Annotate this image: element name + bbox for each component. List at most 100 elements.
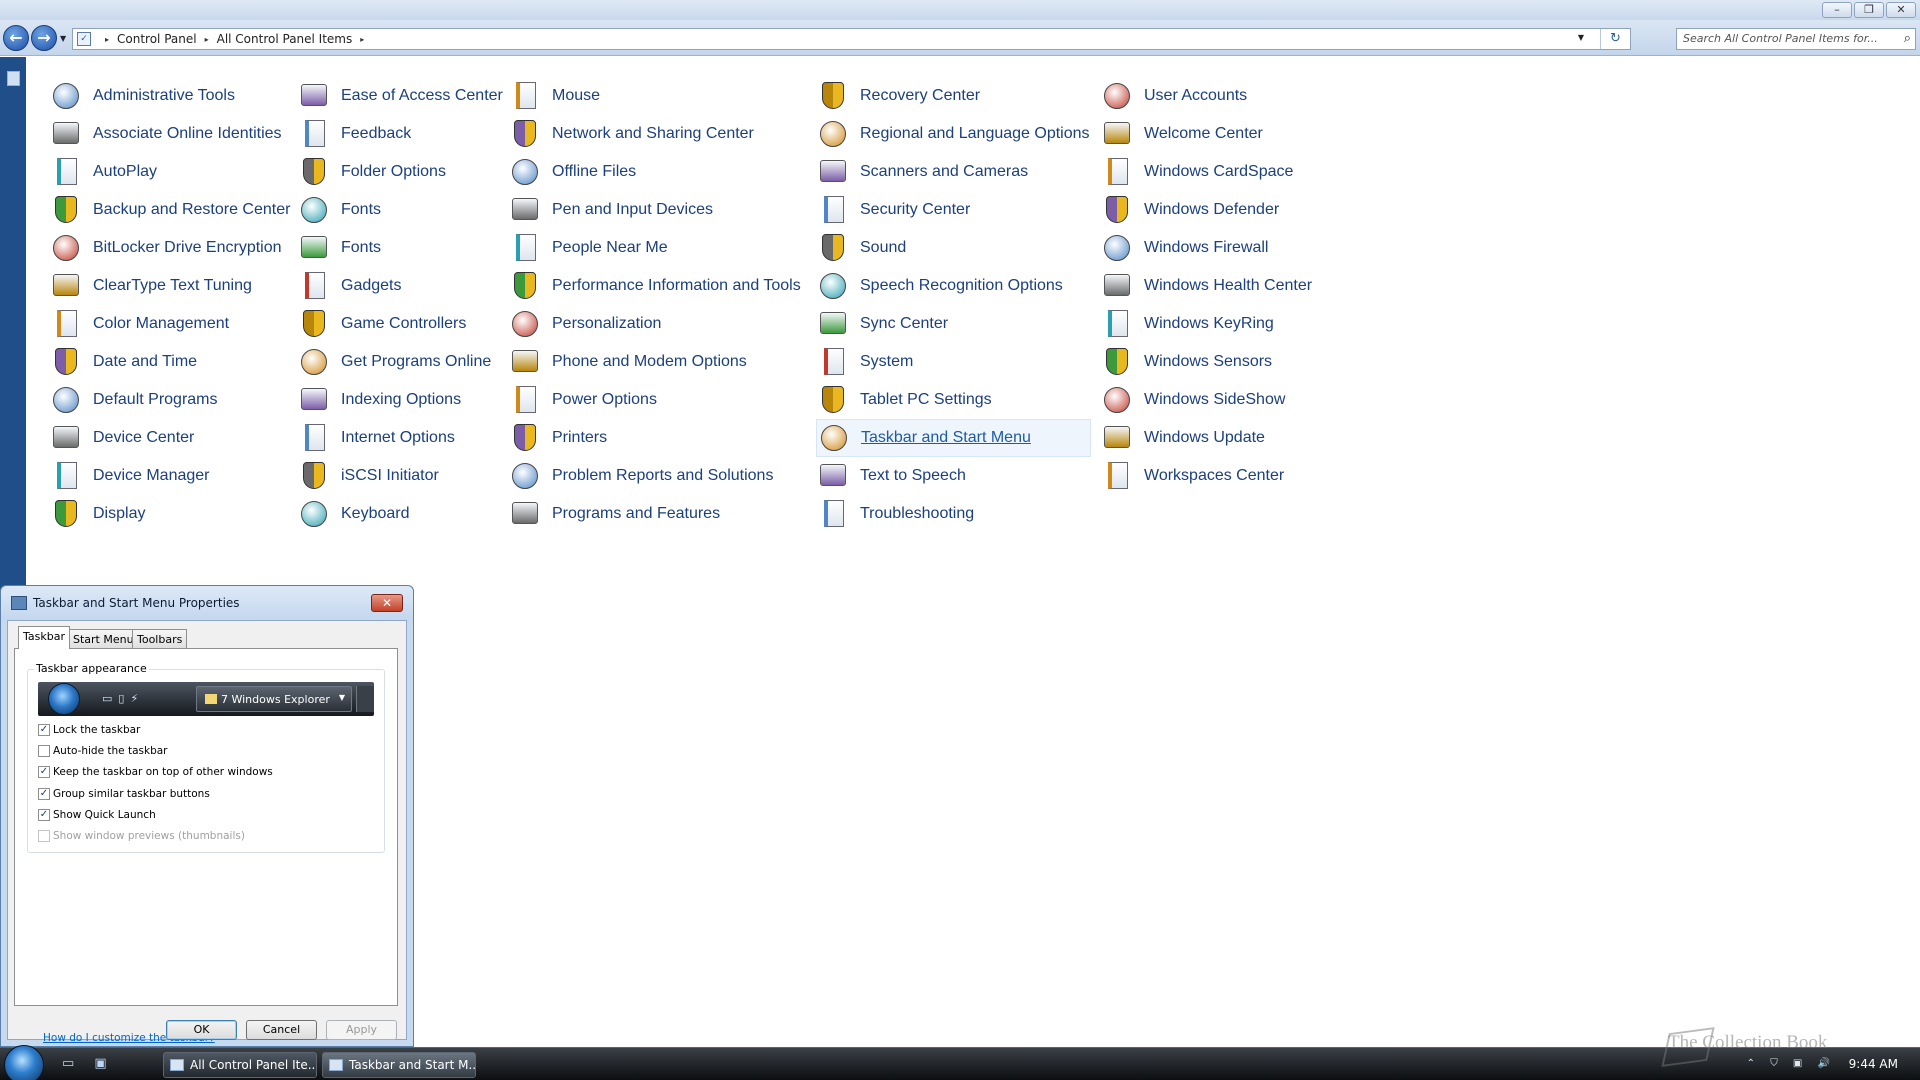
cp-item-label[interactable]: Windows Firewall — [1144, 239, 1268, 257]
checkbox-box[interactable] — [38, 745, 50, 758]
cp-item-label[interactable]: Associate Online Identities — [93, 125, 282, 143]
cp-item-label[interactable]: Get Programs Online — [341, 353, 491, 371]
cp-item-workspaces-center[interactable]: Workspaces Center — [1100, 457, 1340, 495]
cp-item-label[interactable]: Windows CardSpace — [1144, 163, 1293, 181]
cancel-button[interactable]: Cancel — [246, 1020, 317, 1040]
cp-item-label[interactable]: Game Controllers — [341, 315, 466, 333]
cp-item-bitlocker-drive-encryption[interactable]: BitLocker Drive Encryption — [49, 229, 294, 267]
cp-item-label[interactable]: Tablet PC Settings — [860, 391, 992, 409]
cp-item-label[interactable]: Device Center — [93, 429, 194, 447]
cp-item-windows-firewall[interactable]: Windows Firewall — [1100, 229, 1340, 267]
cp-item-text-to-speech[interactable]: Text to Speech — [816, 457, 1091, 495]
ok-button[interactable]: OK — [166, 1020, 237, 1040]
cp-item-label[interactable]: Pen and Input Devices — [552, 201, 713, 219]
cp-item-get-programs-online[interactable]: Get Programs Online — [297, 343, 507, 381]
cp-item-label[interactable]: Text to Speech — [860, 467, 966, 485]
cp-item-people-near-me[interactable]: People Near Me — [508, 229, 813, 267]
forward-button[interactable]: → — [31, 25, 57, 51]
cp-item-label[interactable]: Phone and Modem Options — [552, 353, 747, 371]
cp-item-label[interactable]: Windows Update — [1144, 429, 1265, 447]
cp-item-label[interactable]: Windows KeyRing — [1144, 315, 1274, 333]
cp-item-label[interactable]: Internet Options — [341, 429, 455, 447]
cp-item-label[interactable]: Problem Reports and Solutions — [552, 467, 773, 485]
cp-item-folder-options[interactable]: Folder Options — [297, 153, 507, 191]
cp-item-label[interactable]: Display — [93, 505, 145, 523]
clock[interactable]: 9:44 AM — [1849, 1057, 1898, 1071]
cp-item-fonts[interactable]: Fonts — [297, 229, 507, 267]
cp-item-label[interactable]: Personalization — [552, 315, 661, 333]
start-button[interactable] — [4, 1045, 44, 1080]
address-dropdown-icon[interactable]: ▼ — [1578, 33, 1584, 42]
cp-item-ease-of-access-center[interactable]: Ease of Access Center — [297, 77, 507, 115]
cp-item-indexing-options[interactable]: Indexing Options — [297, 381, 507, 419]
cp-item-label[interactable]: Scanners and Cameras — [860, 163, 1028, 181]
cp-item-label[interactable]: Administrative Tools — [93, 87, 235, 105]
cp-item-label[interactable]: Device Manager — [93, 467, 210, 485]
checkbox-box[interactable]: ✓ — [38, 808, 50, 821]
cp-item-sync-center[interactable]: Sync Center — [816, 305, 1091, 343]
cp-item-label[interactable]: Sync Center — [860, 315, 948, 333]
breadcrumb-control-panel[interactable]: Control Panel — [117, 32, 197, 46]
dialog-close-button[interactable]: ✕ — [371, 594, 403, 612]
cp-item-device-center[interactable]: Device Center — [49, 419, 294, 457]
cp-item-game-controllers[interactable]: Game Controllers — [297, 305, 507, 343]
breadcrumb-separator[interactable]: ▸ — [105, 35, 109, 44]
cp-item-mouse[interactable]: Mouse — [508, 77, 813, 115]
cp-item-label[interactable]: Welcome Center — [1144, 125, 1263, 143]
cp-item-problem-reports-and-solutions[interactable]: Problem Reports and Solutions — [508, 457, 813, 495]
cp-item-tablet-pc-settings[interactable]: Tablet PC Settings — [816, 381, 1091, 419]
cp-item-label[interactable]: Performance Information and Tools — [552, 277, 801, 295]
cp-item-label[interactable]: Folder Options — [341, 163, 446, 181]
tab-toolbars[interactable]: Toolbars — [132, 629, 188, 649]
search-input[interactable]: Search All Control Panel Items for... ⌕ — [1676, 28, 1916, 50]
cp-item-label[interactable]: Gadgets — [341, 277, 401, 295]
cp-item-troubleshooting[interactable]: Troubleshooting — [816, 495, 1091, 533]
cp-item-label[interactable]: Taskbar and Start Menu — [861, 429, 1031, 447]
cp-item-windows-update[interactable]: Windows Update — [1100, 419, 1340, 457]
cp-item-backup-and-restore-center[interactable]: Backup and Restore Center — [49, 191, 294, 229]
cp-item-power-options[interactable]: Power Options — [508, 381, 813, 419]
cp-item-label[interactable]: AutoPlay — [93, 163, 157, 181]
cp-item-label[interactable]: Printers — [552, 429, 607, 447]
breadcrumb-separator[interactable]: ▸ — [205, 35, 209, 44]
cp-item-sound[interactable]: Sound — [816, 229, 1091, 267]
cp-item-keyboard[interactable]: Keyboard — [297, 495, 507, 533]
notification-area[interactable]: ⌃ ⛉ ▣ 🔊 — [1747, 1058, 1836, 1069]
cp-item-cleartype-text-tuning[interactable]: ClearType Text Tuning — [49, 267, 294, 305]
cp-item-label[interactable]: Troubleshooting — [860, 505, 974, 523]
cp-item-label[interactable]: Windows Defender — [1144, 201, 1279, 219]
cp-item-personalization[interactable]: Personalization — [508, 305, 813, 343]
cp-item-administrative-tools[interactable]: Administrative Tools — [49, 77, 294, 115]
cp-item-iscsi-initiator[interactable]: iSCSI Initiator — [297, 457, 507, 495]
cp-item-label[interactable]: BitLocker Drive Encryption — [93, 239, 282, 257]
checkbox-box[interactable]: ✓ — [38, 787, 50, 800]
cp-item-label[interactable]: Ease of Access Center — [341, 87, 503, 105]
cp-item-gadgets[interactable]: Gadgets — [297, 267, 507, 305]
cp-item-label[interactable]: Date and Time — [93, 353, 197, 371]
cp-item-label[interactable]: Indexing Options — [341, 391, 461, 409]
cp-item-date-and-time[interactable]: Date and Time — [49, 343, 294, 381]
quick-launch-icons[interactable]: ▭ ▣ — [62, 1056, 115, 1071]
cp-item-label[interactable]: Default Programs — [93, 391, 218, 409]
cp-item-user-accounts[interactable]: User Accounts — [1100, 77, 1340, 115]
cp-item-feedback[interactable]: Feedback — [297, 115, 507, 153]
cp-item-windows-health-center[interactable]: Windows Health Center — [1100, 267, 1340, 305]
cp-item-security-center[interactable]: Security Center — [816, 191, 1091, 229]
cp-item-label[interactable]: Network and Sharing Center — [552, 125, 754, 143]
cp-item-windows-sideshow[interactable]: Windows SideShow — [1100, 381, 1340, 419]
checkbox-group-similar-taskbar-buttons[interactable]: ✓ Group similar taskbar buttons — [38, 787, 210, 800]
cp-item-recovery-center[interactable]: Recovery Center — [816, 77, 1091, 115]
cp-item-label[interactable]: iSCSI Initiator — [341, 467, 439, 485]
cp-item-regional-and-language-options[interactable]: Regional and Language Options — [816, 115, 1091, 153]
cp-item-internet-options[interactable]: Internet Options — [297, 419, 507, 457]
cp-item-windows-sensors[interactable]: Windows Sensors — [1100, 343, 1340, 381]
refresh-icon[interactable]: ↻ — [1600, 29, 1630, 49]
checkbox-lock-the-taskbar[interactable]: ✓ Lock the taskbar — [38, 724, 140, 736]
checkbox-box[interactable]: ✓ — [38, 766, 50, 779]
tab-start-menu[interactable]: Start Menu — [68, 629, 139, 649]
cp-item-label[interactable]: Power Options — [552, 391, 657, 409]
cp-item-label[interactable]: Workspaces Center — [1144, 467, 1284, 485]
cp-item-fonts[interactable]: Fonts — [297, 191, 507, 229]
cp-item-printers[interactable]: Printers — [508, 419, 813, 457]
back-button[interactable]: ← — [3, 25, 29, 51]
